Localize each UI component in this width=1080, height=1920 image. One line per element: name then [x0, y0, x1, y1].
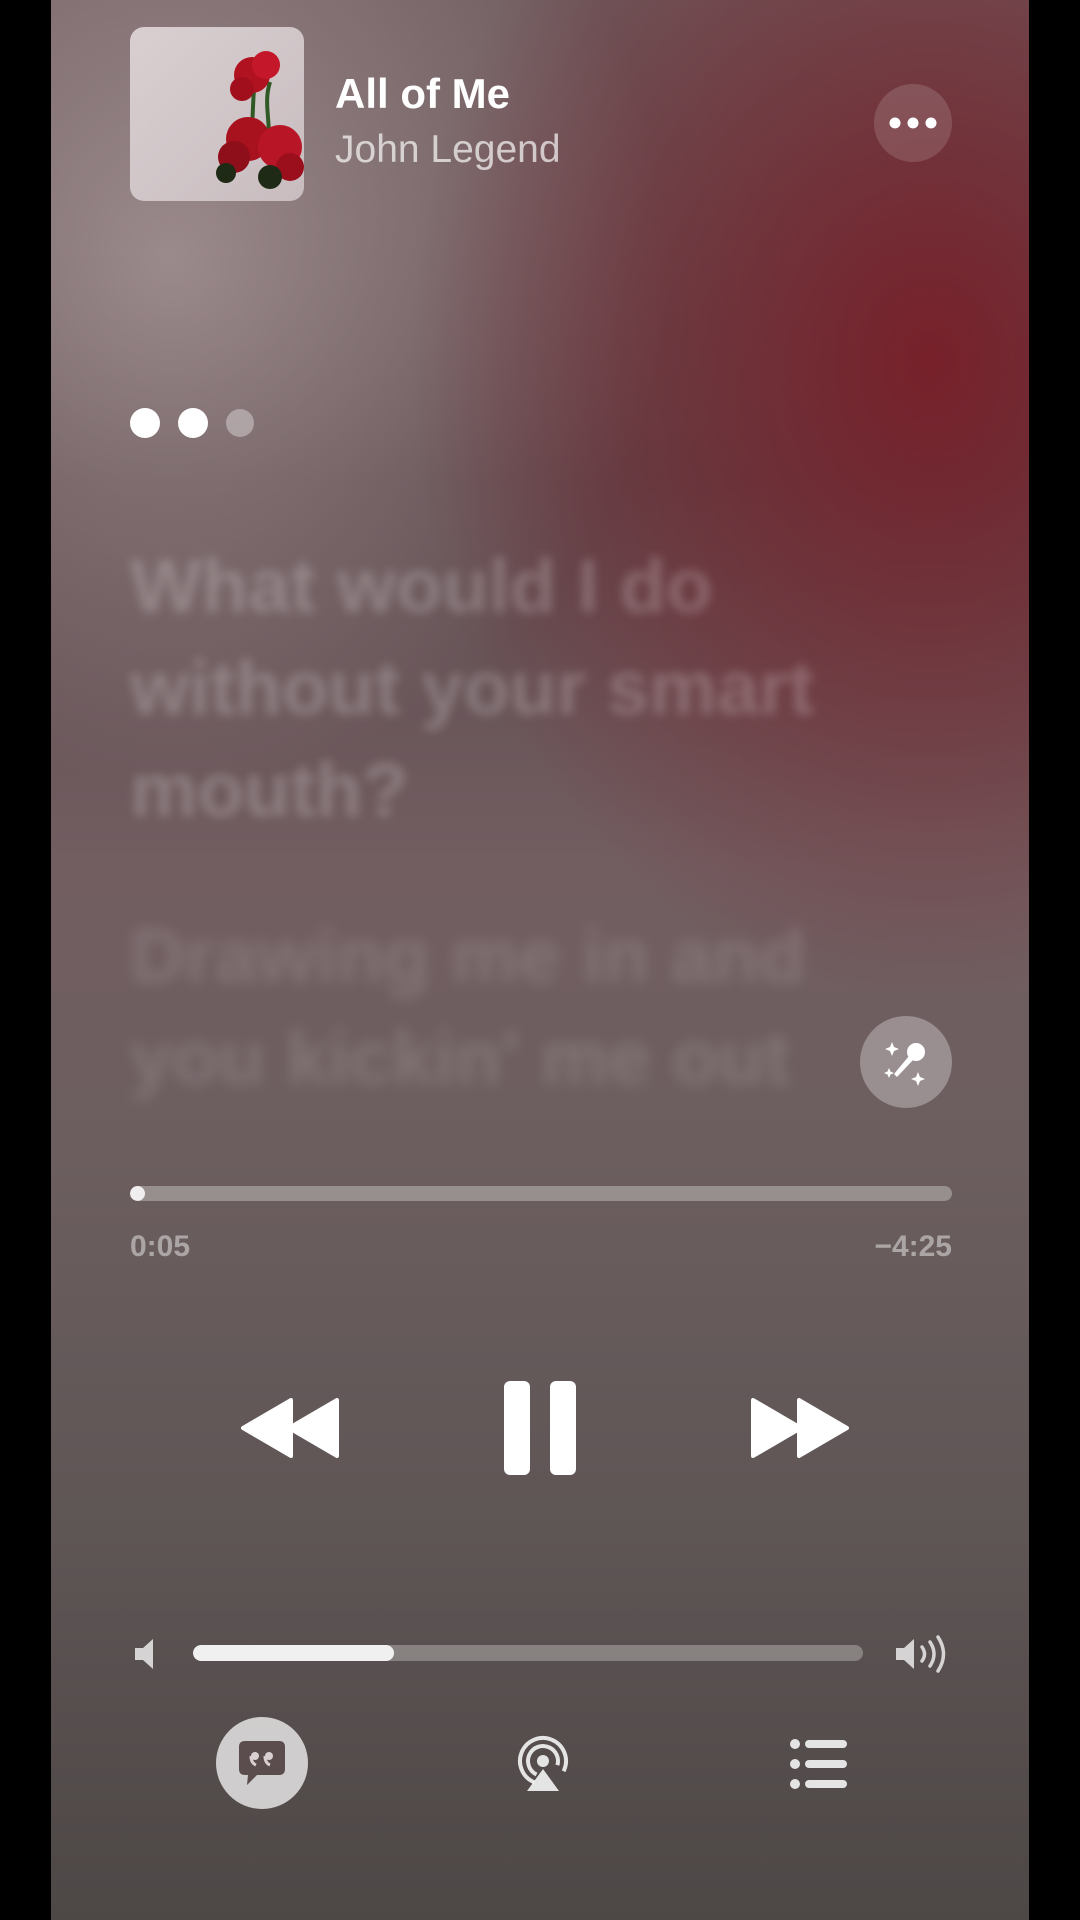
lyric-pause-dots	[130, 408, 254, 438]
fast-forward-button[interactable]	[729, 1388, 869, 1468]
lyric-line-next[interactable]: Drawing me in and you kickin' me out	[130, 906, 950, 1110]
volume-max-icon	[894, 1634, 952, 1674]
now-playing-screen: All of Me John Legend What would I do wi…	[51, 0, 1029, 1920]
volume-min-icon	[131, 1636, 171, 1672]
time-elapsed: 0:05	[130, 1230, 191, 1263]
airplay-button[interactable]	[513, 1733, 573, 1793]
list-icon	[790, 1739, 847, 1789]
album-artwork[interactable]	[130, 27, 304, 201]
pager-dot	[226, 409, 254, 437]
more-options-button[interactable]	[874, 84, 952, 162]
volume-slider[interactable]	[193, 1645, 863, 1661]
lyrics-button[interactable]	[216, 1717, 308, 1809]
volume-slider-fill	[193, 1645, 394, 1661]
time-remaining: −4:25	[874, 1230, 952, 1263]
forward-icon	[751, 1398, 849, 1458]
ellipsis-icon	[889, 117, 937, 129]
speaker-high-icon	[896, 1635, 946, 1673]
lyric-line-current[interactable]: What would I do without your smart mouth…	[130, 536, 950, 842]
carnation-artwork	[216, 51, 304, 189]
pager-dot	[130, 408, 160, 438]
quote-bubble-icon	[239, 1741, 285, 1785]
queue-button[interactable]	[789, 1736, 849, 1792]
playback-scrubber-fill	[130, 1186, 145, 1201]
airplay-icon	[518, 1736, 568, 1791]
track-artist[interactable]: John Legend	[335, 128, 561, 172]
pager-dot	[178, 408, 208, 438]
backward-icon	[241, 1398, 339, 1458]
sing-button[interactable]	[860, 1016, 952, 1108]
speaker-low-icon	[135, 1639, 153, 1669]
microphone-sparkle-icon	[884, 1042, 925, 1086]
pause-button[interactable]	[485, 1372, 595, 1484]
rewind-button[interactable]	[221, 1388, 361, 1468]
pause-icon	[504, 1381, 576, 1475]
playback-scrubber[interactable]	[130, 1186, 952, 1201]
track-title[interactable]: All of Me	[335, 70, 510, 118]
